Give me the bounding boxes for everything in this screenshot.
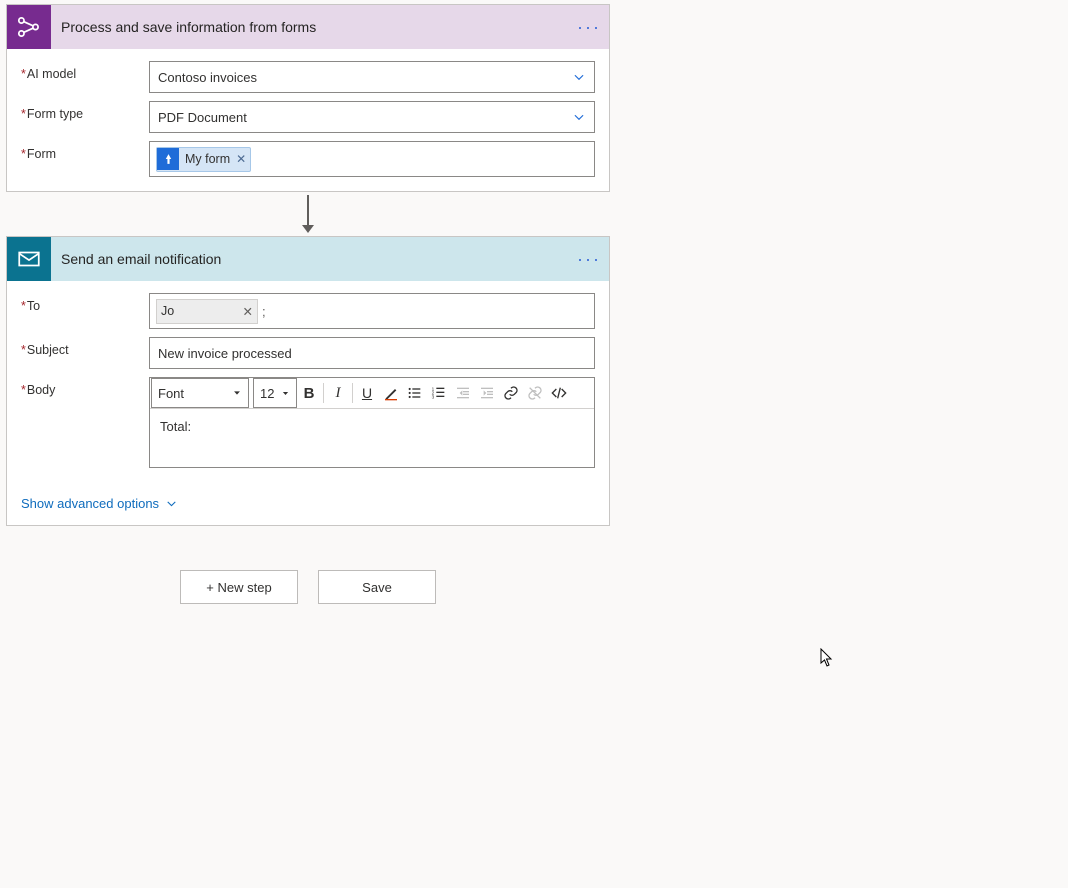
- chevron-down-icon: [572, 110, 586, 124]
- flow-arrow: [6, 192, 610, 236]
- form-token-remove[interactable]: ✕: [236, 152, 246, 166]
- form-token-label: My form: [185, 152, 230, 166]
- to-token[interactable]: Jo ✕: [156, 299, 258, 324]
- new-step-button[interactable]: + New step: [180, 570, 298, 604]
- form-type-select[interactable]: PDF Document: [149, 101, 595, 133]
- attachment-icon: [157, 148, 179, 170]
- indent-button[interactable]: [475, 381, 499, 405]
- step2-more-button[interactable]: ···: [569, 249, 609, 270]
- step2-header[interactable]: Send an email notification ···: [7, 237, 609, 281]
- to-input[interactable]: Jo ✕ ;: [149, 293, 595, 329]
- code-view-button[interactable]: [547, 381, 571, 405]
- font-size-select[interactable]: 12: [253, 378, 297, 408]
- font-color-button[interactable]: [379, 381, 403, 405]
- link-button[interactable]: [499, 381, 523, 405]
- step2-title: Send an email notification: [51, 251, 569, 267]
- save-button[interactable]: Save: [318, 570, 436, 604]
- ai-model-label: AI model: [21, 61, 149, 81]
- form-type-label: Form type: [21, 101, 149, 121]
- subject-input[interactable]: New invoice processed: [149, 337, 595, 369]
- unlink-button[interactable]: [523, 381, 547, 405]
- body-content: Total:: [160, 419, 191, 434]
- step-send-email: Send an email notification ··· To Jo ✕ ;: [6, 236, 610, 526]
- chevron-down-icon: [572, 70, 586, 84]
- caret-down-icon: [281, 389, 290, 398]
- caret-down-icon: [232, 388, 242, 398]
- cursor-icon: [820, 648, 834, 668]
- form-token[interactable]: My form ✕: [156, 147, 251, 172]
- to-token-label: Jo: [161, 304, 174, 318]
- body-label: Body: [21, 377, 149, 397]
- bullet-list-button[interactable]: [403, 381, 427, 405]
- form-type-value: PDF Document: [158, 110, 247, 125]
- show-advanced-link[interactable]: Show advanced options: [7, 482, 192, 525]
- svg-text:3: 3: [432, 394, 435, 399]
- subject-value: New invoice processed: [158, 346, 292, 361]
- editor-toolbar: Font 12 B I U: [150, 378, 594, 409]
- step1-header[interactable]: Process and save information from forms …: [7, 5, 609, 49]
- step1-more-button[interactable]: ···: [569, 17, 609, 38]
- bold-button[interactable]: B: [297, 381, 321, 405]
- body-textarea[interactable]: Total:: [150, 409, 594, 467]
- step-process-forms: Process and save information from forms …: [6, 4, 610, 192]
- subject-label: Subject: [21, 337, 149, 357]
- chevron-down-icon: [165, 497, 178, 510]
- form-input[interactable]: My form ✕: [149, 141, 595, 177]
- to-label: To: [21, 293, 149, 313]
- step1-title: Process and save information from forms: [51, 19, 569, 35]
- form-label: Form: [21, 141, 149, 161]
- mail-icon: [7, 237, 51, 281]
- number-list-button[interactable]: 123: [427, 381, 451, 405]
- ai-model-select[interactable]: Contoso invoices: [149, 61, 595, 93]
- to-separator: ;: [262, 304, 266, 319]
- ai-builder-icon: [7, 5, 51, 49]
- italic-button[interactable]: I: [326, 381, 350, 405]
- underline-button[interactable]: U: [355, 381, 379, 405]
- body-editor: Font 12 B I U: [149, 377, 595, 468]
- to-token-remove[interactable]: ✕: [243, 304, 253, 319]
- font-select[interactable]: Font: [151, 378, 249, 408]
- outdent-button[interactable]: [451, 381, 475, 405]
- ai-model-value: Contoso invoices: [158, 70, 257, 85]
